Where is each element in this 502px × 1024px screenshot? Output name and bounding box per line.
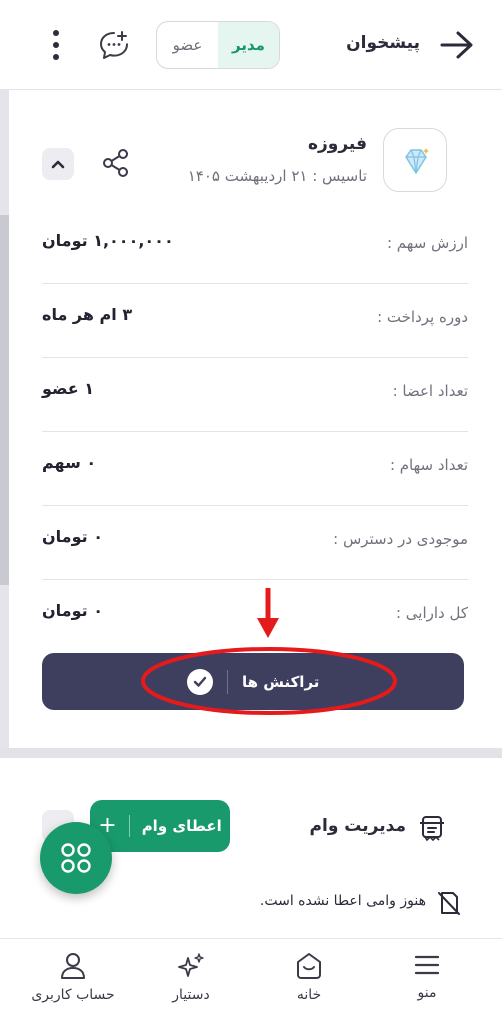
role-option-member[interactable]: عضو: [157, 22, 218, 68]
user-icon: [61, 953, 85, 979]
nav-item-menu[interactable]: منو: [372, 947, 482, 1017]
info-row-available-balance: موجودی در دسترس : ۰ تومان: [42, 506, 468, 580]
menu-icon: [414, 955, 440, 975]
more-vertical-icon[interactable]: [48, 28, 64, 62]
share-count-label: تعداد سهام :: [389, 456, 468, 474]
share-value-label: ارزش سهم :: [386, 234, 468, 252]
give-loan-button[interactable]: + اعطای وام: [90, 800, 230, 852]
scrollbar-thumb[interactable]: [0, 215, 9, 585]
loan-receipt-icon: [420, 816, 444, 842]
scrollbar[interactable]: [0, 90, 9, 750]
share-count-value: ۰ سهم: [42, 453, 97, 472]
empty-loans-message: هنوز وامی اعطا نشده است.: [259, 893, 426, 909]
home-icon: [297, 953, 321, 979]
nav-item-account[interactable]: حساب کاربری: [18, 947, 128, 1017]
group-logo: [383, 128, 447, 192]
app-frame: پیشخوان عضو مدیر فیروزه تاسیس: ۲۱ اردیب…: [0, 0, 502, 1024]
grid-icon: [61, 843, 91, 873]
total-assets-value: ۰ تومان: [42, 601, 103, 620]
bottom-navigation: منو خانه دستیار حساب کاربری: [0, 938, 502, 1024]
role-option-admin[interactable]: مدیر: [218, 22, 279, 68]
member-count-value: ۱ عضو: [42, 379, 95, 398]
nav-item-home[interactable]: خانه: [254, 947, 364, 1017]
top-bar: پیشخوان عضو مدیر: [0, 0, 502, 90]
section-divider: [0, 748, 502, 758]
sparkle-icon: [178, 953, 204, 977]
page-title: پیشخوان: [346, 33, 420, 53]
annotation-ellipse: [141, 647, 397, 715]
nav-label-account: حساب کاربری: [31, 987, 115, 1003]
apps-fab-button[interactable]: [40, 822, 112, 894]
chevron-up-icon: [51, 160, 65, 169]
role-toggle[interactable]: عضو مدیر: [156, 21, 280, 69]
payment-period-value: ۳ ام هر ماه: [42, 305, 133, 324]
info-row-member-count: تعداد اعضا : ۱ عضو: [42, 358, 468, 432]
loan-section-title: مدیریت وام: [309, 816, 406, 836]
info-row-share-value: ارزش سهم : ۱,۰۰۰,۰۰۰ تومان: [42, 210, 468, 284]
total-assets-label: کل دارایی :: [395, 604, 468, 622]
give-loan-label: اعطای وام: [141, 817, 222, 835]
available-balance-value: ۰ تومان: [42, 527, 103, 546]
available-balance-label: موجودی در دسترس :: [333, 530, 468, 548]
chat-plus-icon[interactable]: [98, 29, 130, 61]
payment-period-label: دوره پرداخت :: [377, 308, 468, 326]
button-divider: [128, 815, 130, 837]
no-file-icon: [438, 892, 460, 915]
nav-label-home: خانه: [296, 987, 322, 1003]
share-value: ۱,۰۰۰,۰۰۰ تومان: [42, 231, 174, 250]
group-name: فیروزه: [307, 134, 367, 154]
group-founded-date: تاسیس : ۲۱ اردیبهشت ۱۴۰۵: [187, 167, 367, 185]
nav-item-assistant[interactable]: دستیار: [136, 947, 246, 1017]
nav-label-menu: منو: [417, 985, 437, 1001]
nav-label-assistant: دستیار: [172, 987, 210, 1003]
annotation-arrow-icon: [257, 588, 279, 638]
arrow-right-icon[interactable]: [440, 30, 474, 60]
member-count-label: تعداد اعضا :: [392, 382, 468, 400]
info-row-payment-period: دوره پرداخت : ۳ ام هر ماه: [42, 284, 468, 358]
info-row-share-count: تعداد سهام : ۰ سهم: [42, 432, 468, 506]
share-icon[interactable]: [101, 148, 131, 178]
collapse-button[interactable]: [42, 148, 74, 180]
diamond-icon: [405, 148, 429, 174]
